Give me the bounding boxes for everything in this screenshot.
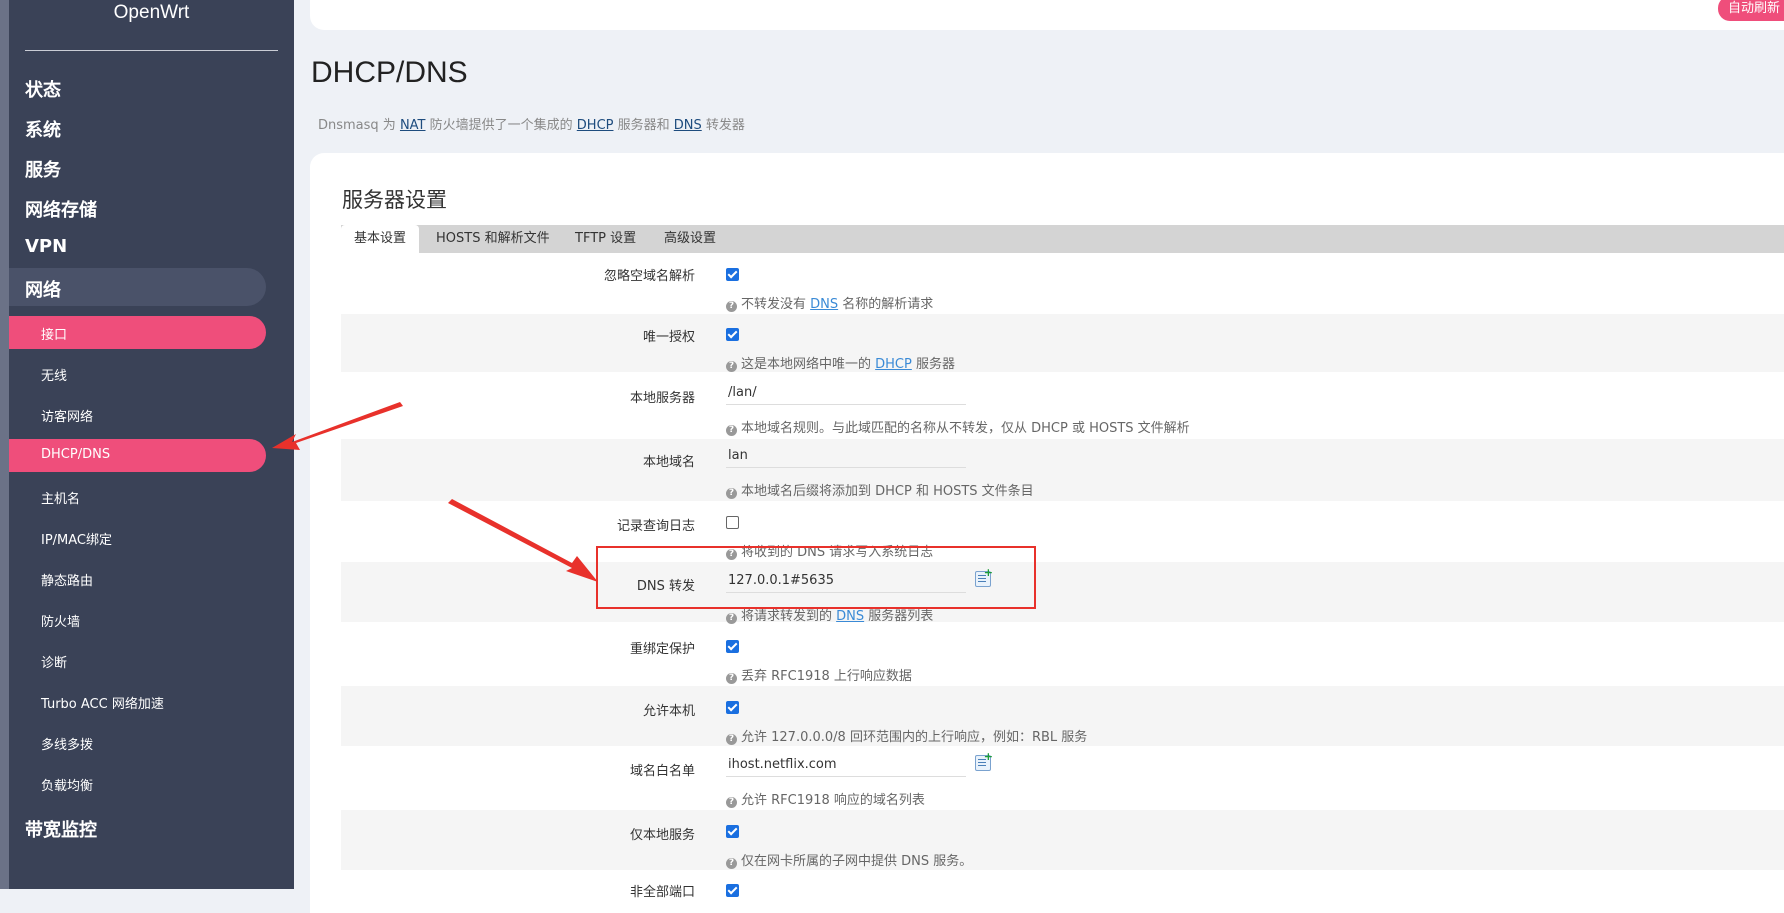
annotation-arrows — [272, 402, 598, 582]
arrow-to-dns-forward — [448, 499, 598, 582]
arrow-to-dhcpdns — [272, 402, 403, 450]
